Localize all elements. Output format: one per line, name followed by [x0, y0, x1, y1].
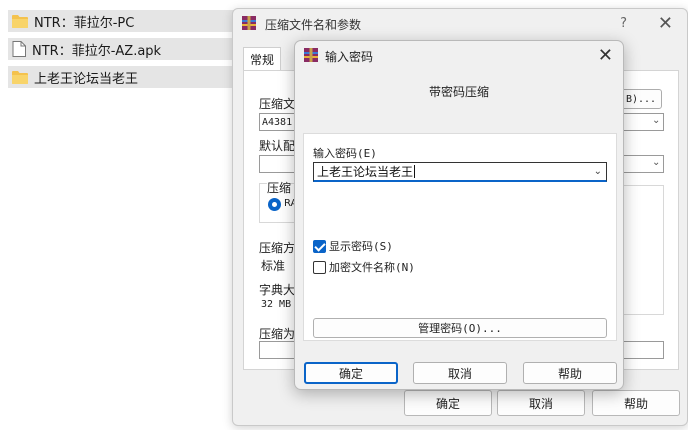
chevron-down-icon: ⌄: [652, 115, 661, 126]
archive-name-label: 压缩文: [259, 97, 296, 111]
browse-button[interactable]: B)...: [620, 89, 662, 109]
dictionary-label: 字典大: [259, 283, 296, 297]
text-caret: [414, 165, 416, 178]
format-group-label: 压缩: [267, 179, 292, 196]
cancel-button[interactable]: 取消: [497, 390, 585, 416]
tab-strip: 常规: [243, 47, 282, 71]
chevron-down-icon: ⌄: [652, 157, 661, 168]
dialog-heading: 带密码压缩: [428, 85, 489, 99]
help-button[interactable]: 帮助: [592, 390, 680, 416]
show-password-label: 显示密码(S): [329, 240, 393, 253]
close-icon[interactable]: ✕: [598, 45, 613, 66]
close-icon[interactable]: ✕: [658, 13, 673, 34]
dictionary-value[interactable]: 32 MB: [261, 299, 291, 310]
method-label: 压缩方: [259, 241, 296, 255]
tab-general[interactable]: 常规: [243, 47, 282, 71]
chevron-down-icon[interactable]: ⌄: [594, 166, 602, 177]
file-icon: [12, 41, 26, 57]
folder-icon: [12, 14, 28, 28]
file-name: 上老王论坛当老王: [34, 71, 139, 87]
dialog-title: 输入密码: [325, 49, 374, 64]
winrar-icon: [241, 15, 257, 34]
file-list-item[interactable]: NTR：菲拉尔-AZ.apk: [8, 38, 244, 60]
options-group: [620, 185, 664, 315]
manage-passwords-button[interactable]: 管理密码(O)...: [313, 318, 607, 338]
file-name: NTR：菲拉尔-PC: [34, 15, 135, 31]
file-name: NTR：菲拉尔-AZ.apk: [32, 43, 162, 59]
dialog-title-bar: 输入密码 ✕: [295, 41, 623, 71]
encrypt-filenames-checkbox[interactable]: 加密文件名称(N): [313, 259, 415, 275]
checkbox-checked-icon[interactable]: [313, 239, 326, 253]
show-password-checkbox[interactable]: 显示密码(S): [313, 238, 393, 254]
help-button[interactable]: 帮助: [523, 362, 617, 384]
default-profile-label: 默认配: [259, 139, 296, 153]
cancel-button[interactable]: 取消: [413, 362, 507, 384]
checkbox-unchecked-icon[interactable]: [313, 260, 326, 274]
password-label: 输入密码(E): [313, 147, 377, 160]
split-volumes-label: 压缩为: [259, 327, 296, 341]
password-value: 上老王论坛当老王: [317, 165, 414, 179]
winrar-icon: [303, 47, 319, 66]
ok-button[interactable]: 确定: [304, 362, 398, 384]
password-input[interactable]: 上老王论坛当老王 ⌄: [313, 162, 607, 182]
format-rar-radio[interactable]: [268, 198, 281, 211]
password-panel: 输入密码(E) 上老王论坛当老王 ⌄ 显示密码(S) 加密文件名称(N) 管理密…: [303, 133, 617, 341]
ok-button[interactable]: 确定: [404, 390, 492, 416]
help-icon[interactable]: ?: [620, 16, 627, 31]
dialog-title-bar: 压缩文件名和参数 ? ✕: [233, 9, 687, 39]
dialog-title: 压缩文件名和参数: [265, 17, 362, 32]
file-list-item[interactable]: NTR：菲拉尔-PC: [8, 10, 244, 32]
folder-icon: [12, 70, 28, 84]
encrypt-filenames-label: 加密文件名称(N): [329, 261, 415, 274]
file-list-item[interactable]: 上老王论坛当老王: [8, 66, 244, 88]
password-dialog: 输入密码 ✕ 带密码压缩 输入密码(E) 上老王论坛当老王 ⌄ 显示密码(S) …: [294, 40, 624, 390]
method-value[interactable]: 标准: [261, 257, 285, 274]
set-password-field[interactable]: [620, 341, 664, 359]
